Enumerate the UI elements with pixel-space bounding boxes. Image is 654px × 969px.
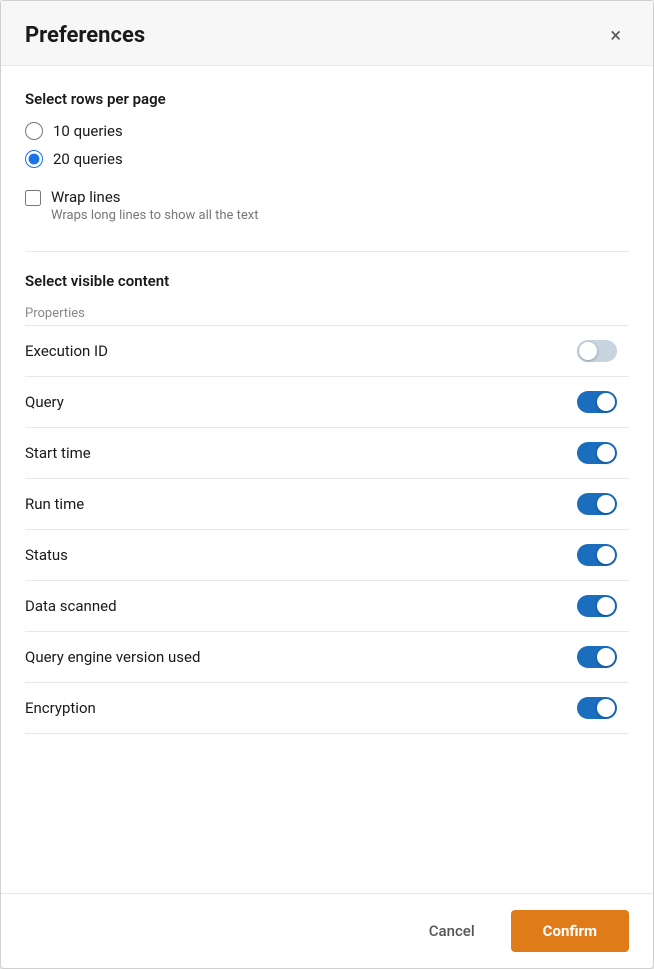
- property-row: Data scanned: [25, 581, 629, 632]
- property-name: Query: [25, 393, 64, 411]
- property-row: Run time: [25, 479, 629, 530]
- toggle-switch[interactable]: [577, 493, 617, 515]
- wrap-lines-section: Wrap lines Wraps long lines to show all …: [25, 188, 629, 223]
- radio-20-label: 20 queries: [53, 150, 123, 168]
- toggle-slider: [577, 646, 617, 668]
- dialog-title: Preferences: [25, 23, 145, 48]
- dialog-header: Preferences ×: [1, 1, 653, 66]
- wrap-lines-checkbox[interactable]: [25, 190, 41, 206]
- wrap-lines-description: Wraps long lines to show all the text: [51, 208, 259, 223]
- property-name: Query engine version used: [25, 648, 200, 666]
- radio-input-20[interactable]: [25, 150, 43, 168]
- property-name: Execution ID: [25, 342, 108, 360]
- properties-group-label: Properties: [25, 306, 629, 321]
- toggle-switch[interactable]: [577, 697, 617, 719]
- wrap-lines-label: Wrap lines: [51, 188, 259, 206]
- dialog-body: Select rows per page 10 queries 20 queri…: [1, 66, 653, 893]
- radio-10-queries[interactable]: 10 queries: [25, 122, 629, 140]
- wrap-lines-checkbox-item[interactable]: Wrap lines Wraps long lines to show all …: [25, 188, 629, 223]
- radio-input-10[interactable]: [25, 122, 43, 140]
- property-name: Data scanned: [25, 597, 117, 615]
- property-row: Encryption: [25, 683, 629, 734]
- radio-20-queries[interactable]: 20 queries: [25, 150, 629, 168]
- toggle-slider: [577, 442, 617, 464]
- property-list: Execution ID Query Start time Run time Statu…: [25, 325, 629, 734]
- toggle-slider: [577, 391, 617, 413]
- preferences-dialog: Preferences × Select rows per page 10 qu…: [0, 0, 654, 969]
- radio-10-label: 10 queries: [53, 122, 123, 140]
- property-name: Run time: [25, 495, 84, 513]
- section-divider: [25, 251, 629, 252]
- toggle-switch[interactable]: [577, 391, 617, 413]
- cancel-button[interactable]: Cancel: [409, 912, 495, 950]
- property-name: Encryption: [25, 699, 96, 717]
- property-row: Status: [25, 530, 629, 581]
- toggle-switch[interactable]: [577, 442, 617, 464]
- dialog-footer: Cancel Confirm: [1, 893, 653, 968]
- toggle-slider: [577, 340, 617, 362]
- wrap-lines-text: Wrap lines Wraps long lines to show all …: [51, 188, 259, 223]
- toggle-switch[interactable]: [577, 544, 617, 566]
- rows-per-page-radio-group: 10 queries 20 queries: [25, 122, 629, 168]
- property-row: Execution ID: [25, 326, 629, 377]
- property-row: Query: [25, 377, 629, 428]
- toggle-slider: [577, 493, 617, 515]
- property-name: Start time: [25, 444, 91, 462]
- visible-content-label: Select visible content: [25, 272, 629, 290]
- confirm-button[interactable]: Confirm: [511, 910, 629, 952]
- toggle-switch[interactable]: [577, 340, 617, 362]
- toggle-slider: [577, 544, 617, 566]
- toggle-slider: [577, 595, 617, 617]
- property-row: Query engine version used: [25, 632, 629, 683]
- rows-per-page-label: Select rows per page: [25, 90, 629, 108]
- toggle-switch[interactable]: [577, 646, 617, 668]
- toggle-switch[interactable]: [577, 595, 617, 617]
- toggle-slider: [577, 697, 617, 719]
- property-row: Start time: [25, 428, 629, 479]
- close-button[interactable]: ×: [602, 21, 629, 49]
- property-name: Status: [25, 546, 68, 564]
